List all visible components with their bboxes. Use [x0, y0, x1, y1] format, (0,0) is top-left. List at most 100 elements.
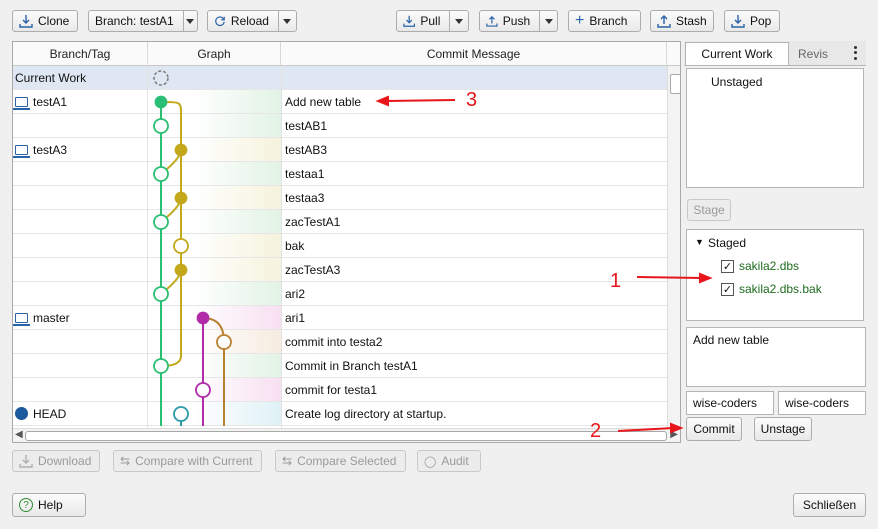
- pop-label: Pop: [750, 14, 772, 28]
- chevron-down-icon[interactable]: [449, 11, 468, 31]
- author-email-input[interactable]: wise-coders: [778, 391, 866, 415]
- stage-button[interactable]: Stage: [687, 199, 731, 221]
- download-button[interactable]: Download: [12, 450, 100, 472]
- laptop-icon: [13, 144, 30, 158]
- branch-name: master: [33, 310, 70, 325]
- reload-button[interactable]: Reload: [207, 10, 297, 32]
- commit-node: [173, 406, 189, 422]
- table-row[interactable]: zacTestA1: [13, 210, 667, 234]
- commit-table[interactable]: Branch/Tag Graph Commit Message Current …: [12, 41, 681, 443]
- table-row[interactable]: HEAD Create log directory at startup.: [13, 402, 667, 426]
- close-button[interactable]: Schließen: [793, 493, 866, 517]
- annotation-label-3: 3: [466, 89, 478, 111]
- compare-icon: ⇆: [120, 454, 131, 468]
- header-graph[interactable]: Graph: [148, 42, 281, 66]
- table-row[interactable]: Current Work: [13, 66, 667, 90]
- plus-icon: +: [575, 12, 585, 29]
- compare-selected-label: Compare Selected: [297, 454, 397, 468]
- chevron-down-icon[interactable]: [277, 11, 296, 31]
- table-row[interactable]: testaa3: [13, 186, 667, 210]
- chevron-down-icon[interactable]: [539, 11, 557, 31]
- stage-label: Stage: [693, 203, 725, 217]
- user-icon: ◯: [424, 455, 437, 468]
- download-icon: [19, 455, 33, 468]
- author-name-input[interactable]: wise-coders: [686, 391, 774, 415]
- staged-file-name: sakila2.dbs.bak: [739, 282, 822, 296]
- staged-label: Staged: [708, 236, 747, 250]
- scroll-right-icon[interactable]: ▶: [670, 429, 678, 440]
- push-label: Push: [502, 14, 531, 28]
- table-row[interactable]: commit for testa1: [13, 378, 667, 402]
- vertical-scrollbar[interactable]: [667, 66, 680, 428]
- branch-button[interactable]: + Branch: [568, 10, 641, 32]
- stash-icon: [657, 15, 671, 28]
- checkbox-checked-icon[interactable]: ✓: [721, 259, 734, 273]
- checkbox-checked-icon[interactable]: ✓: [721, 282, 734, 296]
- help-label: Help: [38, 498, 63, 512]
- table-row[interactable]: testA1 Add new table: [13, 90, 667, 114]
- table-row[interactable]: commit into testa2: [13, 330, 667, 354]
- push-icon: [486, 15, 498, 27]
- horizontal-scrollbar[interactable]: ◀ ▶: [13, 428, 680, 442]
- branch-name: testA1: [33, 94, 68, 109]
- branch-cell: [15, 282, 145, 305]
- branch-select[interactable]: Branch: testA1: [88, 10, 198, 32]
- stash-button[interactable]: Stash: [650, 10, 714, 32]
- commit-message-cell: Commit in Branch testA1: [285, 358, 418, 373]
- commit-node: [195, 382, 211, 398]
- commit-node: [153, 358, 169, 374]
- pop-button[interactable]: Pop: [724, 10, 780, 32]
- unstaged-list[interactable]: Unstaged: [686, 68, 864, 188]
- compare-with-current-label: Compare with Current: [135, 454, 253, 468]
- commit-node: [153, 166, 169, 182]
- commit-message-cell: commit for testa1: [285, 382, 378, 397]
- push-button[interactable]: Push: [479, 10, 558, 32]
- table-row[interactable]: testAB1: [13, 114, 667, 138]
- chevron-down-icon[interactable]: [182, 11, 197, 31]
- audit-label: Audit: [441, 454, 469, 468]
- commit-message-cell: testaa3: [285, 190, 325, 205]
- table-row[interactable]: ari2: [13, 282, 667, 306]
- unstage-button[interactable]: Unstage: [754, 417, 812, 441]
- pull-button[interactable]: Pull: [396, 10, 469, 32]
- compare-with-current-button[interactable]: ⇆ Compare with Current: [113, 450, 262, 472]
- header-branch-tag[interactable]: Branch/Tag: [13, 42, 148, 66]
- table-row[interactable]: zacTestA3: [13, 258, 667, 282]
- branch-cell: [15, 330, 145, 353]
- audit-button[interactable]: ◯ Audit: [417, 450, 481, 472]
- scrollbar-thumb[interactable]: [25, 431, 667, 441]
- commit-message-input[interactable]: Add new table: [686, 327, 866, 387]
- more-menu-icon[interactable]: [851, 45, 859, 61]
- table-row[interactable]: Commit in Branch testA1: [13, 354, 667, 378]
- laptop-icon: [13, 96, 30, 110]
- tab-current-work[interactable]: Current Work: [685, 42, 789, 65]
- commit-message-cell: Create log directory at startup.: [285, 406, 447, 421]
- compare-selected-button[interactable]: ⇆ Compare Selected: [275, 450, 406, 472]
- staged-file-item[interactable]: ✓ sakila2.dbs.bak: [721, 282, 822, 296]
- header-commit-message[interactable]: Commit Message: [281, 42, 667, 66]
- table-row[interactable]: testaa1: [13, 162, 667, 186]
- commit-message-cell: zacTestA1: [285, 214, 341, 229]
- scroll-left-icon[interactable]: ◀: [15, 429, 23, 440]
- staged-file-item[interactable]: ✓ sakila2.dbs: [721, 259, 799, 273]
- branch-button-label: Branch: [589, 14, 628, 28]
- commit-button[interactable]: Commit: [686, 417, 742, 441]
- unstage-label: Unstage: [760, 422, 806, 436]
- staged-list[interactable]: ▼ Staged ✓ sakila2.dbs ✓ sakila2.dbs.bak: [686, 229, 864, 321]
- commit-node: [216, 334, 232, 350]
- help-icon: ?: [19, 498, 33, 512]
- commit-node: [153, 118, 169, 134]
- tab-revisions[interactable]: Revis: [798, 42, 848, 65]
- staged-collapse-icon[interactable]: ▼: [695, 237, 704, 247]
- branch-cell: [15, 210, 145, 233]
- commit-message-cell: ari1: [285, 310, 306, 325]
- table-row[interactable]: testA3 testAB3: [13, 138, 667, 162]
- commit-message-cell: bak: [285, 238, 305, 253]
- clone-button[interactable]: Clone: [12, 10, 78, 32]
- table-row[interactable]: bak: [13, 234, 667, 258]
- branch-cell: testA1: [13, 90, 145, 113]
- commit-label: Commit: [693, 422, 735, 436]
- help-button[interactable]: ? Help: [12, 493, 86, 517]
- table-row[interactable]: master ari1: [13, 306, 667, 330]
- scrollbar-thumb[interactable]: [670, 74, 680, 94]
